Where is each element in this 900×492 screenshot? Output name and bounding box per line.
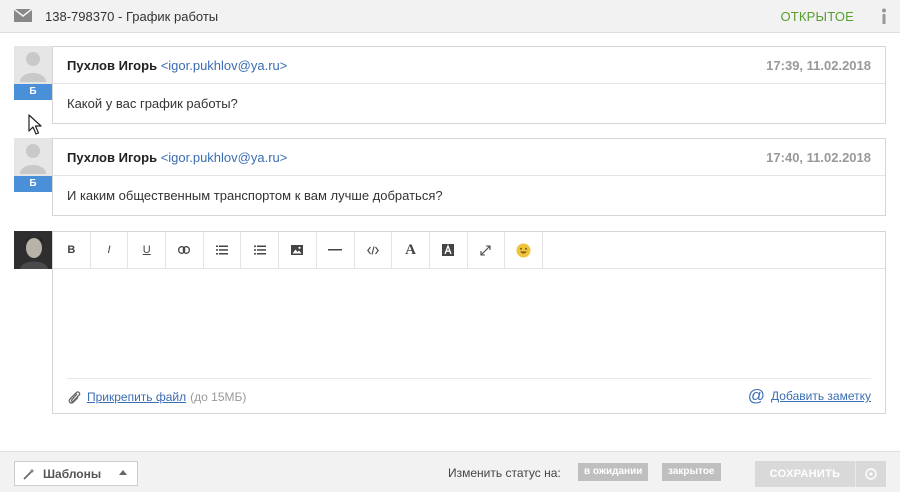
ticket-status[interactable]: ОТКРЫТОЕ <box>780 9 854 24</box>
message-header: Пухлов Игорь <igor.pukhlov@ya.ru> 17:40,… <box>53 139 885 176</box>
attach-file-link[interactable]: Прикрепить файл <box>87 390 186 404</box>
message-header: Пухлов Игорь <igor.pukhlov@ya.ru> 17:39,… <box>53 47 885 84</box>
agent-photo <box>14 231 52 269</box>
font-button[interactable]: A <box>392 232 430 268</box>
status-pending-button[interactable]: в ожидании <box>578 463 649 481</box>
bullet-list-button[interactable] <box>241 232 280 268</box>
avatar <box>14 138 52 176</box>
status-change-label: Изменить статус на: <box>448 466 561 480</box>
templates-label: Шаблоны <box>43 466 102 481</box>
clock-icon <box>865 468 877 480</box>
attach-file-row: Прикрепить файл (до 15МБ) <box>67 389 246 405</box>
author-email[interactable]: <igor.pukhlov@ya.ru> <box>161 150 288 165</box>
ordered-list-button[interactable] <box>204 232 242 268</box>
image-button[interactable] <box>279 232 317 268</box>
magic-wand-icon <box>23 468 35 480</box>
ordered-list-icon <box>216 245 229 255</box>
editor-toolbar: B I U A <box>53 232 885 269</box>
add-note-link[interactable]: Добавить заметку <box>771 389 871 403</box>
reply-editor: B I U A Прикрепить файл (до 15МБ) @ Доба… <box>52 231 886 414</box>
ticket-header: 138-798370 - График работы ОТКРЫТОЕ <box>0 0 900 33</box>
underline-icon: U <box>142 244 151 256</box>
text-color-button[interactable] <box>430 232 468 268</box>
underline-button[interactable]: U <box>128 232 167 268</box>
message-author: Пухлов Игорь <igor.pukhlov@ya.ru> <box>67 150 287 165</box>
author-name: Пухлов Игорь <box>67 150 158 165</box>
mouse-cursor-icon <box>28 114 42 135</box>
user-placeholder-icon <box>20 144 46 174</box>
info-icon[interactable] <box>880 8 888 24</box>
bold-button[interactable]: B <box>53 232 91 268</box>
attach-size-limit: (до 15МБ) <box>190 390 247 404</box>
smiley-icon <box>516 243 531 257</box>
expand-icon <box>480 244 491 256</box>
reply-text-area[interactable] <box>67 269 871 379</box>
emoji-button[interactable] <box>505 232 543 268</box>
message-box: Пухлов Игорь <igor.pukhlov@ya.ru> 17:40,… <box>52 138 886 216</box>
link-button[interactable] <box>166 232 204 268</box>
italic-button[interactable]: I <box>91 232 129 268</box>
code-icon <box>366 245 379 255</box>
add-note-row: @ Добавить заметку <box>748 387 871 404</box>
horizontal-rule-button[interactable] <box>317 232 355 268</box>
message-text: И каким общественным транспортом к вам л… <box>67 188 443 203</box>
save-options-button[interactable] <box>855 461 886 487</box>
templates-button[interactable]: Шаблоны <box>14 461 138 486</box>
fullscreen-button[interactable] <box>468 232 506 268</box>
save-button[interactable]: СОХРАНИТЬ <box>755 461 886 487</box>
bold-icon: B <box>67 244 76 256</box>
message-author: Пухлов Игорь <igor.pukhlov@ya.ru> <box>67 58 287 73</box>
author-email[interactable]: <igor.pukhlov@ya.ru> <box>161 58 288 73</box>
channel-badge: Б <box>14 176 52 192</box>
user-placeholder-icon <box>20 52 46 82</box>
text-color-icon <box>442 244 455 256</box>
font-icon: A <box>405 241 416 258</box>
agent-avatar <box>14 231 52 269</box>
message-time: 17:40, 11.02.2018 <box>766 150 871 165</box>
action-bar: Шаблоны Изменить статус на: в ожидании з… <box>0 451 900 492</box>
mail-icon <box>14 9 32 22</box>
link-icon <box>178 246 191 254</box>
message-box: Пухлов Игорь <igor.pukhlov@ya.ru> 17:39,… <box>52 46 886 124</box>
bullet-list-icon <box>253 245 266 255</box>
paperclip-icon[interactable] <box>67 389 81 405</box>
at-sign-icon[interactable]: @ <box>748 387 765 404</box>
message-time: 17:39, 11.02.2018 <box>766 58 871 73</box>
avatar <box>14 46 52 84</box>
author-name: Пухлов Игорь <box>67 58 158 73</box>
message-text: Какой у вас график работы? <box>67 96 238 111</box>
code-button[interactable] <box>355 232 393 268</box>
save-label: СОХРАНИТЬ <box>769 468 841 480</box>
status-closed-button[interactable]: закрытое <box>662 463 721 481</box>
image-icon <box>291 245 304 255</box>
horizontal-rule-icon <box>328 249 343 251</box>
ticket-title: 138-798370 - График работы <box>45 9 219 24</box>
caret-up-icon <box>119 470 127 475</box>
italic-icon: I <box>107 244 111 256</box>
channel-badge: Б <box>14 84 52 100</box>
